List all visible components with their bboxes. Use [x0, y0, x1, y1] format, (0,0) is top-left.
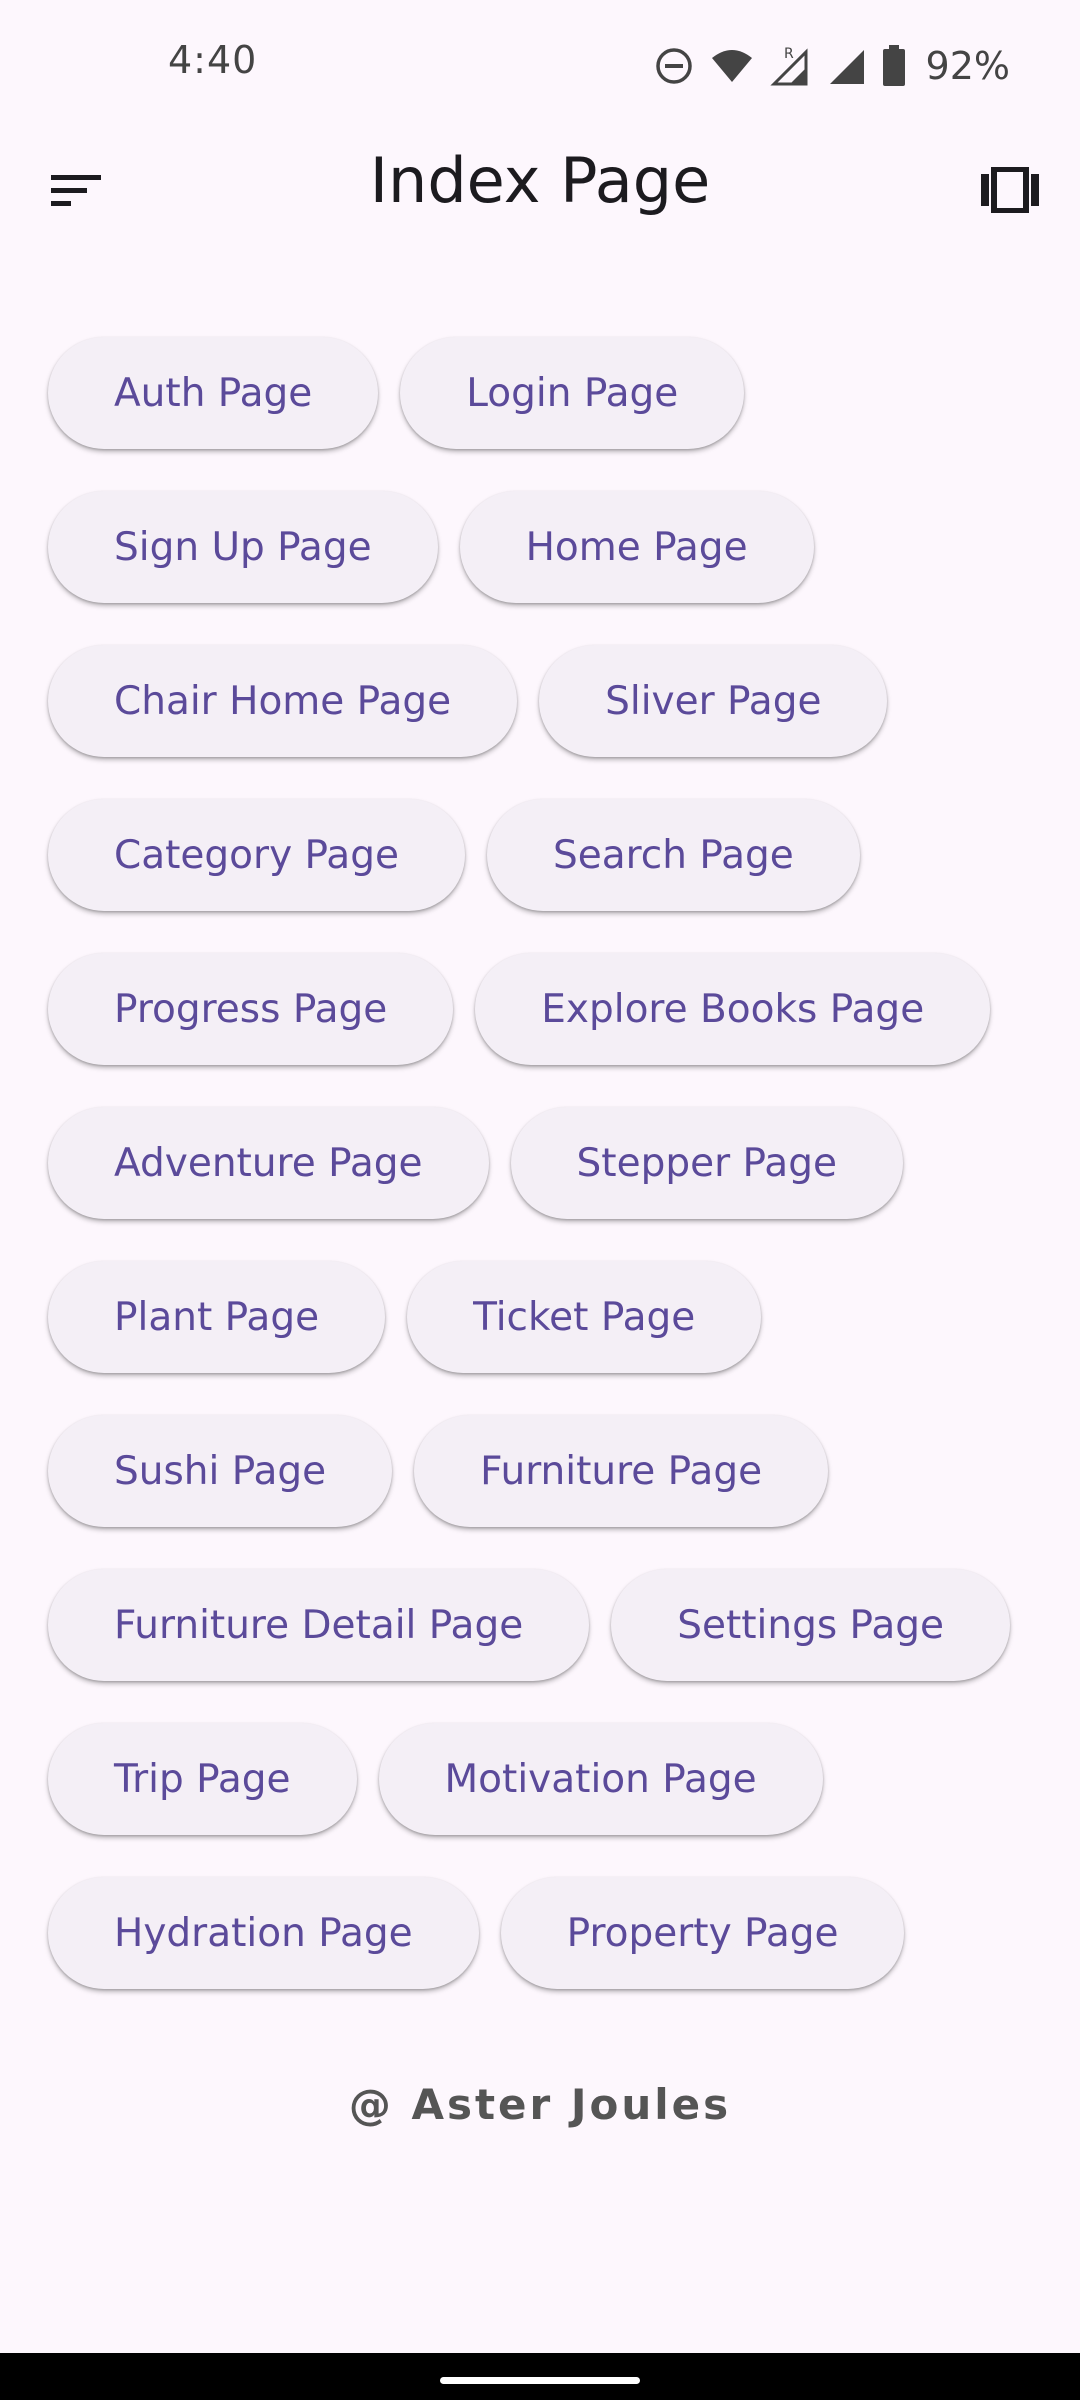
chip-row: Auth Page Login Page: [48, 337, 1048, 449]
signal-icon: [828, 46, 866, 86]
page-chip-button[interactable]: Furniture Page: [414, 1415, 829, 1527]
chip-row: Sushi Page Furniture Page: [48, 1415, 1048, 1527]
battery-icon: [882, 45, 906, 87]
page-chip-button[interactable]: Hydration Page: [48, 1877, 479, 1989]
page-chip-button[interactable]: Furniture Detail Page: [48, 1569, 590, 1681]
page-chip-button[interactable]: Settings Page: [611, 1569, 1010, 1681]
chip-row: Trip Page Motivation Page: [48, 1723, 1048, 1835]
chip-row: Chair Home Page Sliver Page: [48, 645, 1048, 757]
page-chip-button[interactable]: Property Page: [500, 1877, 905, 1989]
home-indicator[interactable]: [440, 2377, 640, 2384]
page-chip-button[interactable]: Auth Page: [48, 337, 379, 449]
chip-row: Furniture Detail Page Settings Page: [48, 1569, 1048, 1681]
system-nav-bar: [0, 2353, 1080, 2400]
page-chip-button[interactable]: Sign Up Page: [48, 491, 438, 603]
chip-row: Adventure Page Stepper Page: [48, 1107, 1048, 1219]
page-chip-button[interactable]: Explore Books Page: [475, 953, 991, 1065]
page-chip-button[interactable]: Progress Page: [48, 953, 454, 1065]
chip-row: Category Page Search Page: [48, 799, 1048, 911]
page-chip-button[interactable]: Motivation Page: [378, 1723, 823, 1835]
status-icons: R 92%: [654, 36, 1010, 96]
battery-percent: 92%: [925, 44, 1010, 88]
chip-row: Hydration Page Property Page: [48, 1877, 1048, 1989]
page-chip-button[interactable]: Ticket Page: [407, 1261, 762, 1373]
page-chip-button[interactable]: Home Page: [459, 491, 814, 603]
footer-credit: @ Aster Joules: [348, 2080, 732, 2129]
page-chip-button[interactable]: Login Page: [400, 337, 745, 449]
wifi-icon: [710, 46, 754, 86]
page-chip-button[interactable]: Trip Page: [48, 1723, 357, 1835]
page-chip-button[interactable]: Stepper Page: [510, 1107, 903, 1219]
page-chip-button[interactable]: Plant Page: [48, 1261, 386, 1373]
svg-text:R: R: [784, 46, 794, 62]
status-bar: 4:40 R 92%: [0, 0, 1080, 130]
chip-row: Sign Up Page Home Page: [48, 491, 1048, 603]
page-chip-button[interactable]: Category Page: [48, 799, 465, 911]
page-chip-button[interactable]: Sliver Page: [539, 645, 888, 757]
view-toggle-button[interactable]: [970, 156, 1050, 228]
page-chip-button[interactable]: Sushi Page: [48, 1415, 393, 1527]
page-chip-button[interactable]: Adventure Page: [48, 1107, 489, 1219]
chip-row: Plant Page Ticket Page: [48, 1261, 1048, 1373]
roaming-signal-icon: R: [769, 44, 812, 88]
page-chip-button[interactable]: Chair Home Page: [48, 645, 518, 757]
view-carousel-icon: [981, 166, 1039, 217]
page-chip-list: Auth Page Login Page Sign Up Page Home Page…: [48, 337, 1048, 2031]
chip-row: Progress Page Explore Books Page: [48, 953, 1048, 1065]
screen: 4:40 R 92% Index Page Auth Page Login Pa…: [0, 0, 1080, 2400]
page-title: Index Page: [369, 144, 711, 217]
do-not-disturb-icon: [654, 46, 694, 86]
app-bar: Index Page: [0, 130, 1080, 250]
page-chip-button[interactable]: Search Page: [486, 799, 860, 911]
status-time: 4:40: [168, 38, 258, 82]
